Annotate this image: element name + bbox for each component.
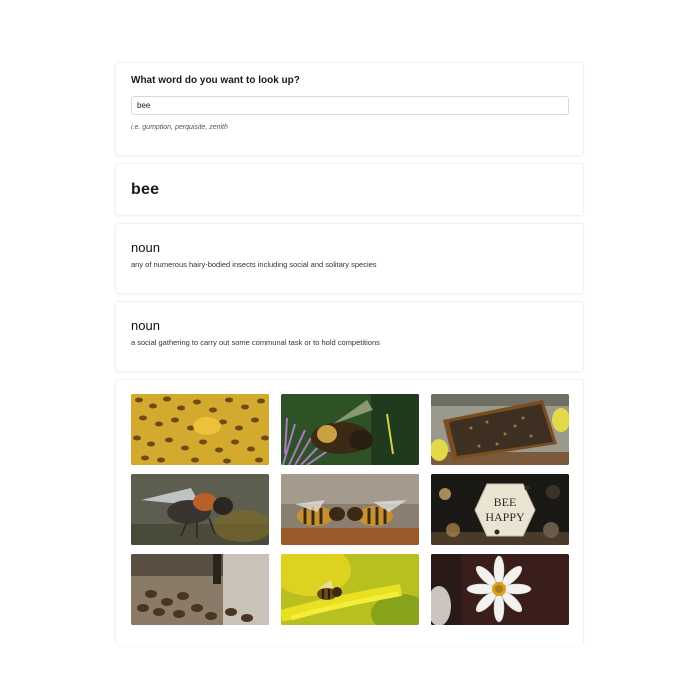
search-label: What word do you want to look up? [131,75,300,86]
bee-happy-sign-image: BEE HAPPY [431,474,569,545]
word-title: bee [131,180,160,198]
gallery-image-bee-on-goldenrod[interactable] [281,554,419,625]
bee-flower-image [281,394,419,465]
definition-text: any of numerous hairy-bodied insects inc… [131,260,377,269]
definition-text: a social gathering to carry out some com… [131,338,380,347]
definition-part-of-speech: noun [131,240,160,255]
sign-line-1: BEE [494,495,517,509]
honeycomb-image [131,394,269,465]
gallery-image-honeycomb[interactable] [131,394,269,465]
gallery-image-mining-bee[interactable] [131,474,269,545]
daisy-image [431,554,569,625]
goldenrod-image [281,554,419,625]
definition-part-of-speech: noun [131,318,160,333]
bees-wood-image [131,554,269,625]
search-card: What word do you want to look up? i.e. g… [115,62,584,156]
search-input[interactable] [131,96,569,115]
dictionary-app: What word do you want to look up? i.e. g… [115,62,584,652]
gallery-image-two-bees[interactable] [281,474,419,545]
word-card: bee [115,163,584,216]
beekeeper-image [431,394,569,465]
gallery-image-bee-on-flower[interactable] [281,394,419,465]
gallery-grid: BEE HAPPY [131,394,569,625]
gallery-image-beekeeper[interactable] [431,394,569,465]
two-bees-image [281,474,419,545]
mining-bee-image [131,474,269,545]
gallery-image-bee-happy-sign[interactable]: BEE HAPPY [431,474,569,545]
gallery-image-bees-on-wood[interactable] [131,554,269,625]
search-hint: i.e. gumption, perquisite, zenith [131,124,228,131]
sign-line-2: HAPPY [485,510,525,524]
definition-card: noun any of numerous hairy-bodied insect… [115,223,584,294]
definition-card: noun a social gathering to carry out som… [115,301,584,372]
image-gallery: BEE HAPPY [115,379,584,645]
gallery-image-daisy[interactable] [431,554,569,625]
